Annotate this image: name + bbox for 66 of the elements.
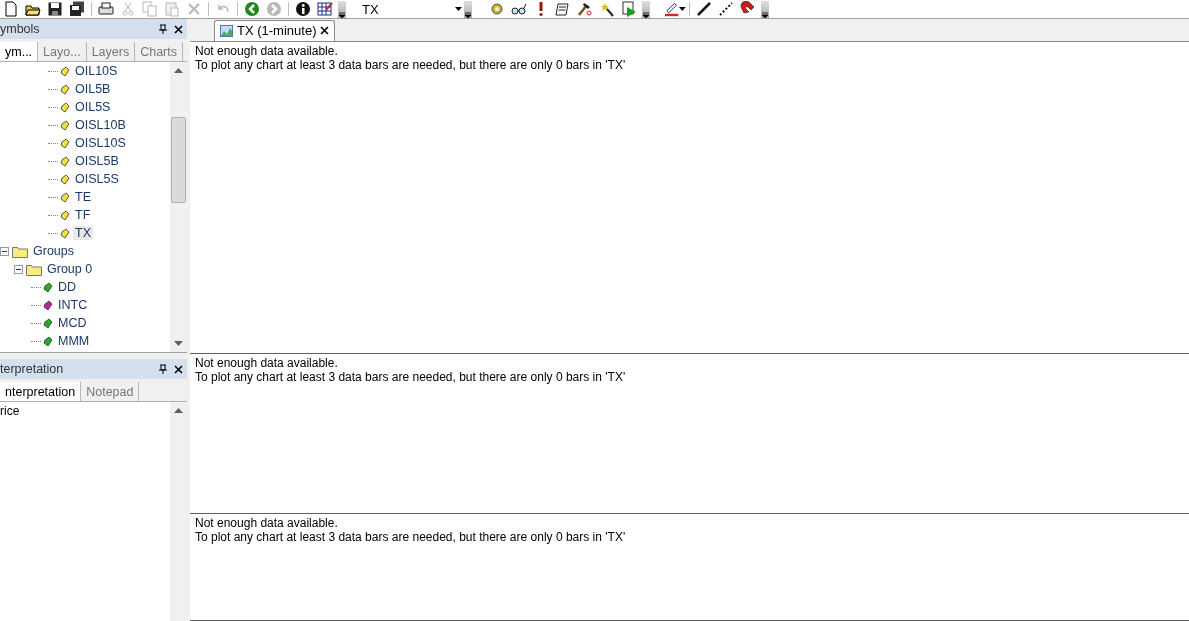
chart-tab[interactable]: TX (1-minute)	[214, 19, 336, 41]
collapse-toggle[interactable]	[0, 246, 9, 256]
pen-color-button[interactable]	[664, 0, 686, 18]
folder-icon	[26, 262, 42, 276]
panel-title: ymbols	[0, 22, 40, 36]
toolbar-overflow-button[interactable]	[761, 0, 769, 18]
symbol-item[interactable]: MMM	[56, 334, 92, 348]
chart-icon	[220, 24, 233, 37]
chevron-down-icon	[465, 11, 471, 18]
group-item[interactable]: Group 0	[45, 262, 95, 276]
symbol-item[interactable]: INTC	[56, 298, 90, 312]
panel-tab[interactable]: nterpretation	[0, 382, 82, 401]
minus-icon	[2, 248, 7, 254]
panel-tab[interactable]: ym...	[0, 42, 39, 61]
line-icon	[696, 1, 712, 17]
close-icon[interactable]	[174, 364, 183, 374]
symbol-item[interactable]: TE	[73, 190, 93, 204]
chart-message: Not enough data available.	[195, 516, 339, 531]
chart-message: To plot any chart at least 3 data bars are needed, but there are only 0 bars in 'TX'	[195, 57, 627, 72]
symbol-item[interactable]: MCD	[56, 316, 89, 330]
symbol-item[interactable]: TF	[73, 208, 93, 222]
cut-icon	[120, 1, 136, 17]
pin-icon[interactable]	[159, 364, 167, 374]
symbol-item[interactable]: OISL10B	[73, 118, 128, 132]
toolbar-overflow-button[interactable]	[338, 0, 346, 18]
symbol-item[interactable]: TX	[73, 226, 93, 240]
symbol-item[interactable]: OIL5B	[73, 82, 113, 96]
chevron-down-icon	[643, 11, 649, 18]
scroll-down-icon[interactable]	[174, 341, 183, 346]
close-icon[interactable]	[174, 24, 183, 34]
magnet-icon	[740, 1, 756, 17]
print-button[interactable]	[95, 0, 117, 18]
scroll-up-icon[interactable]	[174, 408, 183, 413]
close-tab-icon[interactable]	[320, 26, 330, 36]
panel-title: terpretation	[0, 362, 64, 376]
chevron-down-icon	[339, 11, 345, 18]
chart-message: Not enough data available.	[195, 356, 339, 371]
pin-icon[interactable]	[159, 24, 167, 34]
glasses-icon	[511, 1, 527, 17]
minus-icon	[16, 266, 21, 272]
interpretation-text: rice	[0, 404, 20, 418]
chart-message: Not enough data available.	[195, 43, 339, 58]
symbol-item[interactable]: OIL10S	[73, 64, 120, 78]
delete-icon	[186, 1, 202, 17]
group-item[interactable]: Groups	[31, 244, 76, 258]
scrollbar[interactable]	[170, 62, 187, 352]
dropdown-caret-icon	[455, 7, 462, 11]
symbol-item[interactable]: OISL10S	[73, 136, 128, 150]
chevron-down-icon	[762, 11, 768, 18]
symbol-item[interactable]: OISL5B	[73, 154, 121, 168]
dotted-line-icon	[718, 1, 734, 17]
scroll-up-icon[interactable]	[174, 68, 183, 73]
toolbar-overflow-button[interactable]	[464, 0, 472, 18]
chart-message: To plot any chart at least 3 data bars are needed, but there are only 0 bars in 'TX'	[195, 530, 627, 545]
toolbar-overflow-button[interactable]	[642, 0, 650, 18]
symbol-item[interactable]: OIL5S	[73, 100, 113, 114]
folder-icon	[12, 244, 28, 258]
scrollbar[interactable]	[170, 402, 187, 621]
chart-message: To plot any chart at least 3 data bars are needed, but there are only 0 bars in 'TX'	[195, 370, 627, 385]
tool-icon	[577, 1, 593, 17]
caret-icon	[679, 7, 686, 11]
grid-button[interactable]	[314, 0, 336, 18]
symbol-item[interactable]: OISL5S	[73, 172, 121, 186]
symbol-item[interactable]: DD	[56, 280, 79, 294]
wand-icon	[599, 1, 615, 17]
collapse-toggle[interactable]	[14, 264, 23, 274]
